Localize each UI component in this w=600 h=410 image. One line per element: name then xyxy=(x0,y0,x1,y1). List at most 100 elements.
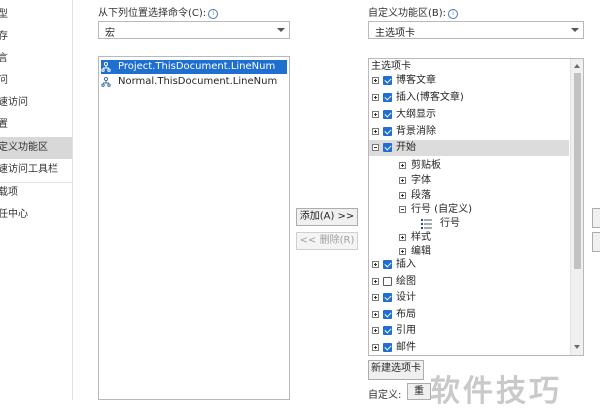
tree-item-clipboard[interactable]: 剪贴板 xyxy=(369,158,569,174)
tree-item-label: 插入(博客文章) xyxy=(396,92,464,103)
checkbox[interactable] xyxy=(383,343,392,352)
expand-icon[interactable] xyxy=(372,111,379,118)
ribbon-tree[interactable]: 主选项卡 博客文章 插入(博客文章) 大纲显示 背景消除 开始 剪贴板 字体 段… xyxy=(368,58,584,356)
tree-item-label: 设计 xyxy=(396,292,416,303)
macro-icon xyxy=(101,62,111,72)
expand-icon[interactable] xyxy=(372,294,379,301)
tree-item-mailings[interactable]: 邮件 xyxy=(369,340,569,355)
remove-button[interactable]: << 删除(R) xyxy=(296,232,358,250)
nav-item-label: 载项 xyxy=(0,187,18,198)
tree-scrollbar[interactable] xyxy=(570,59,583,355)
checkbox[interactable] xyxy=(383,260,392,269)
collapse-icon[interactable] xyxy=(372,144,379,151)
expand-icon[interactable] xyxy=(372,278,379,285)
expand-icon[interactable] xyxy=(399,192,406,199)
nav-item-label: 型 xyxy=(0,9,8,20)
customize-ribbon-label-text: 自定义功能区(B): xyxy=(368,8,447,19)
macro-list[interactable]: Project.ThisDocument.LineNum Normal.This… xyxy=(98,56,290,400)
nav-item-trust-center[interactable]: 任中心 xyxy=(0,204,72,226)
tree-item-draw[interactable]: 绘图 xyxy=(369,274,569,290)
nav-item-label: 存 xyxy=(0,31,8,42)
nav-item-label: 任中心 xyxy=(0,209,28,220)
macro-list-item[interactable]: Project.ThisDocument.LineNum xyxy=(101,60,287,74)
choose-commands-label-text: 从下列位置选择命令(C): xyxy=(98,8,207,19)
tree-item-label: 邮件 xyxy=(396,342,416,353)
expand-icon[interactable] xyxy=(399,177,406,184)
tree-item-label: 插入 xyxy=(396,259,416,270)
expand-icon[interactable] xyxy=(372,311,379,318)
nav-item-label: 速访问 xyxy=(0,97,28,108)
checkbox[interactable] xyxy=(383,143,392,152)
chevron-down-icon xyxy=(571,28,579,32)
nav-item-quick-access-toolbar[interactable]: 速访问工具栏 xyxy=(0,159,72,181)
nav-item-quick-access[interactable]: 速访问 xyxy=(0,92,72,114)
reset-dropdown[interactable]: 重 xyxy=(407,383,431,400)
tree-item-label: 大纲显示 xyxy=(396,109,436,120)
tree-item-outline[interactable]: 大纲显示 xyxy=(369,107,569,123)
nav-item-5[interactable]: 置 xyxy=(0,114,72,136)
macro-name: Normal.ThisDocument.LineNum xyxy=(118,76,278,87)
tree-item-label: 布局 xyxy=(396,309,416,320)
add-button[interactable]: 添加(A) >> xyxy=(296,208,358,226)
expand-icon[interactable] xyxy=(372,327,379,334)
tree-item-label: 字体 xyxy=(411,175,431,186)
expand-icon[interactable] xyxy=(372,128,379,135)
tree-item-background-removal[interactable]: 背景消除 xyxy=(369,124,569,140)
macro-icon xyxy=(101,77,111,87)
tree-item-label: 绘图 xyxy=(396,276,416,287)
nav-item-label: 置 xyxy=(0,119,8,130)
scroll-up-icon[interactable] xyxy=(574,64,580,68)
nav-item-label: 定义功能区 xyxy=(0,142,48,153)
left-navigation: 型 存 言 问 速访问 置 定义功能区 速访问工具栏 载项 任中心 xyxy=(0,0,73,400)
choose-commands-label: 从下列位置选择命令(C): i xyxy=(98,4,219,19)
macro-list-item[interactable]: Normal.ThisDocument.LineNum xyxy=(101,75,287,89)
customize-ribbon-dropdown[interactable]: 主选项卡 xyxy=(368,21,584,39)
move-up-button[interactable] xyxy=(592,208,600,228)
checkbox[interactable] xyxy=(383,127,392,136)
expand-icon[interactable] xyxy=(399,248,406,255)
nav-item-0[interactable]: 型 xyxy=(0,4,72,26)
scrollbar-thumb[interactable] xyxy=(574,73,581,269)
expand-icon[interactable] xyxy=(372,344,379,351)
chevron-down-icon xyxy=(277,28,285,32)
expand-icon[interactable] xyxy=(372,94,379,101)
collapse-icon[interactable] xyxy=(399,206,406,213)
checkbox[interactable] xyxy=(383,310,392,319)
expand-icon[interactable] xyxy=(372,77,379,84)
nav-item-2[interactable]: 言 xyxy=(0,48,72,70)
watermark-text: 软件技巧 xyxy=(430,374,562,409)
checkbox[interactable] xyxy=(383,277,392,286)
expand-icon[interactable] xyxy=(372,261,379,268)
tree-item-blog-post[interactable]: 博客文章 xyxy=(369,73,569,89)
nav-item-1[interactable]: 存 xyxy=(0,26,72,48)
nav-item-3[interactable]: 问 xyxy=(0,70,72,92)
move-down-button[interactable] xyxy=(592,232,600,252)
tree-item-label: 剪贴板 xyxy=(411,160,441,171)
customize-row-label: 自定义: xyxy=(368,390,402,401)
nav-item-addins[interactable]: 载项 xyxy=(0,182,72,204)
checkbox[interactable] xyxy=(383,76,392,85)
choose-commands-dropdown[interactable]: 宏 xyxy=(98,21,290,39)
checkbox[interactable] xyxy=(383,293,392,302)
macro-name: Project.ThisDocument.LineNum xyxy=(118,61,276,72)
nav-item-label: 言 xyxy=(0,53,8,64)
checkbox[interactable] xyxy=(383,93,392,102)
tree-item-home[interactable]: 开始 xyxy=(369,140,569,156)
expand-icon[interactable] xyxy=(399,162,406,169)
tree-item-design[interactable]: 设计 xyxy=(369,290,569,306)
tree-item-layout[interactable]: 布局 xyxy=(369,307,569,323)
tree-item-label: 引用 xyxy=(396,325,416,336)
tree-item-references[interactable]: 引用 xyxy=(369,323,569,339)
scroll-down-icon[interactable] xyxy=(574,345,580,349)
expand-icon[interactable] xyxy=(399,234,406,241)
checkbox[interactable] xyxy=(383,110,392,119)
nav-item-label: 问 xyxy=(0,75,8,86)
new-tab-button[interactable]: 新建选项卡 xyxy=(368,360,424,380)
list-icon xyxy=(421,219,432,229)
tree-item-insert[interactable]: 插入 xyxy=(369,257,569,273)
nav-item-customize-ribbon[interactable]: 定义功能区 xyxy=(0,137,72,159)
tree-item-insert-blog[interactable]: 插入(博客文章) xyxy=(369,90,569,106)
tree-item-font[interactable]: 字体 xyxy=(369,173,569,189)
info-icon: i xyxy=(208,9,219,19)
checkbox[interactable] xyxy=(383,326,392,335)
